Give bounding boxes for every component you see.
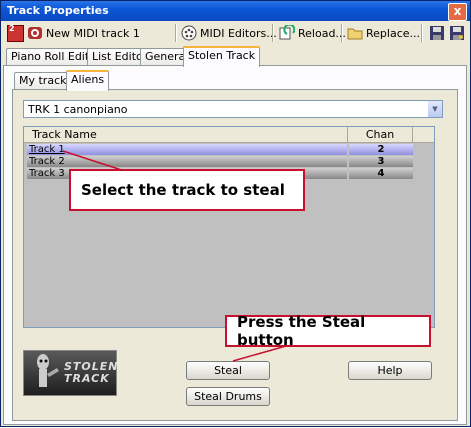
- track-properties-window: Track Properties x 2 New MIDI track 1 MI…: [0, 0, 471, 427]
- main-tabs: Piano Roll Editor List Editor General St…: [3, 46, 467, 67]
- midi-editors-label: MIDI Editors...: [200, 26, 277, 40]
- callout-press-steal: Press the Steal button: [225, 313, 431, 349]
- save-button[interactable]: [429, 23, 445, 43]
- sub-tabs: My tracks Aliens: [14, 70, 454, 91]
- track-number: 2: [9, 23, 15, 33]
- row-chan: 4: [349, 168, 413, 179]
- midi-editors-button[interactable]: MIDI Editors...: [181, 23, 277, 43]
- callout-select-track: Select the track to steal: [69, 169, 305, 211]
- reload-icon: [279, 23, 296, 41]
- header-chan[interactable]: Chan: [348, 127, 413, 142]
- stolen-track-panel: My tracks Aliens TRK 1 canonpiano ▼ Trac…: [3, 65, 467, 425]
- replace-label: Replace...: [366, 26, 421, 40]
- floppy-disk-icon: [429, 25, 445, 41]
- track-list[interactable]: Track Name Chan Track 1 2 Track 2 3 Trac…: [23, 126, 435, 328]
- tab-stolen-track[interactable]: Stolen Track: [183, 46, 261, 67]
- replace-button[interactable]: Replace...: [347, 23, 420, 43]
- title-bar[interactable]: Track Properties x: [1, 1, 470, 21]
- source-track-combo[interactable]: TRK 1 canonpiano ▼: [23, 100, 443, 118]
- row-track-name: Track 1: [27, 144, 347, 155]
- close-button[interactable]: x: [448, 3, 467, 21]
- logo-line-2: TRACK: [64, 372, 110, 385]
- row-chan: 2: [349, 144, 413, 155]
- row-track-name: Track 2: [27, 156, 347, 167]
- header-track-name[interactable]: Track Name: [24, 127, 348, 142]
- track-number-icon: 2: [7, 23, 24, 42]
- track-name: New MIDI track 1: [46, 26, 140, 40]
- table-row[interactable]: Track 1 2: [25, 144, 414, 155]
- reload-label: Reload...: [298, 26, 346, 40]
- list-header: Track Name Chan: [24, 127, 434, 143]
- toolbar: 2 New MIDI track 1 MIDI Editors... Reloa…: [1, 21, 470, 45]
- alien-figure-icon: [37, 354, 59, 387]
- chevron-down-icon[interactable]: ▼: [428, 101, 442, 117]
- row-chan: 3: [349, 156, 413, 167]
- steal-drums-button[interactable]: Steal Drums: [186, 387, 270, 406]
- combo-value: TRK 1 canonpiano: [28, 103, 128, 116]
- save-as-button[interactable]: [449, 23, 465, 43]
- aliens-panel: TRK 1 canonpiano ▼ Track Name Chan Track…: [12, 89, 458, 421]
- table-row[interactable]: Track 2 3: [25, 156, 414, 167]
- midi-plug-icon: [27, 25, 43, 41]
- floppy-disk-save-as-icon: [449, 25, 465, 41]
- reload-button[interactable]: Reload...: [279, 23, 346, 43]
- window-title: Track Properties: [7, 4, 109, 17]
- steal-button[interactable]: Steal: [186, 361, 270, 380]
- track-selector[interactable]: 2 New MIDI track 1: [7, 23, 140, 43]
- folder-icon: [347, 25, 363, 41]
- tab-aliens[interactable]: Aliens: [66, 70, 110, 91]
- stolen-track-logo: STOLEN TRACK: [23, 350, 118, 396]
- help-button[interactable]: Help: [348, 361, 432, 380]
- midi-connector-icon: [181, 25, 197, 41]
